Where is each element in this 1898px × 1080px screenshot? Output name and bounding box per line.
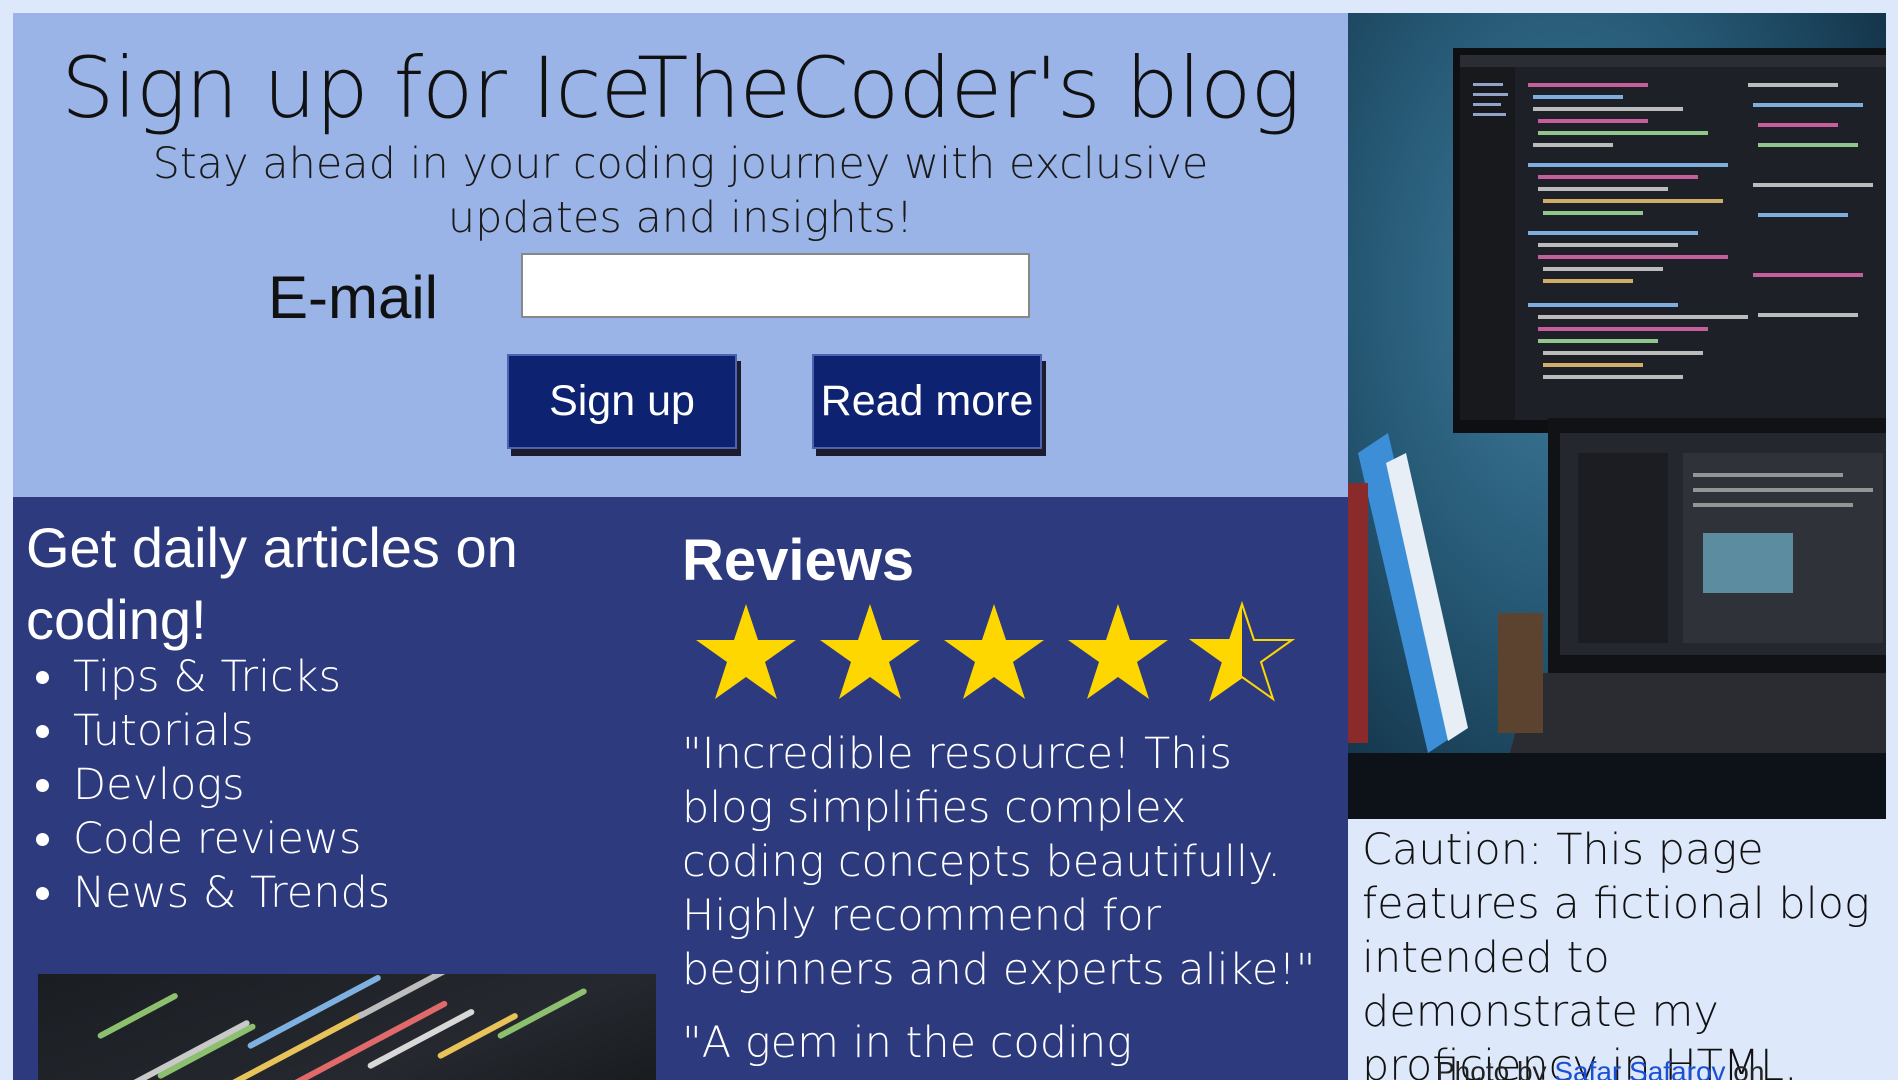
list-item-label: Tutorials bbox=[73, 706, 254, 756]
photographer-link[interactable]: Safar Safarov bbox=[1554, 1056, 1725, 1080]
review-quote: "A gem in the coding bbox=[682, 1018, 1133, 1068]
list-item-label: News & Trends bbox=[73, 868, 391, 918]
list-item: News & Trends bbox=[26, 866, 390, 920]
page-title: Sign up for IceTheCoder's blog bbox=[61, 39, 1301, 137]
star-icon bbox=[696, 604, 796, 699]
bullet-icon bbox=[36, 886, 49, 900]
content-panel: Get daily articles on coding! Tips & Tri… bbox=[13, 497, 1348, 1080]
list-item: Devlogs bbox=[26, 758, 390, 812]
star-rating bbox=[696, 600, 1296, 702]
list-item: Tips & Tricks bbox=[26, 650, 390, 704]
list-item: Code reviews bbox=[26, 812, 390, 866]
signup-panel: Sign up for IceTheCoder's blog Stay ahea… bbox=[13, 13, 1348, 497]
star-icon bbox=[820, 604, 920, 699]
workspace-photo bbox=[1348, 13, 1886, 819]
read-more-button[interactable]: Read more bbox=[812, 354, 1042, 449]
photo-credit: Photo by Safar Safarov on bbox=[1436, 1056, 1764, 1080]
reviews-heading: Reviews bbox=[682, 528, 915, 593]
caution-panel: Caution: This page features a fictional … bbox=[1348, 819, 1886, 1080]
email-field[interactable] bbox=[521, 253, 1030, 318]
bullet-icon bbox=[36, 778, 49, 792]
star-icon bbox=[1068, 604, 1168, 699]
credit-prefix: Photo by bbox=[1436, 1056, 1547, 1080]
list-item-label: Devlogs bbox=[73, 760, 245, 810]
review-quote: "Incredible resource! This blog simplifi… bbox=[682, 729, 1316, 995]
star-icon bbox=[944, 604, 1044, 699]
email-label: E-mail bbox=[268, 264, 439, 331]
list-item: Tutorials bbox=[26, 704, 390, 758]
signup-subtitle: Stay ahead in your coding journey with e… bbox=[152, 139, 1209, 243]
list-item-label: Code reviews bbox=[73, 814, 362, 864]
bullet-icon bbox=[36, 724, 49, 738]
half-star-icon bbox=[1188, 600, 1296, 702]
code-photo bbox=[38, 974, 656, 1080]
signup-button[interactable]: Sign up bbox=[507, 354, 737, 449]
bullet-icon bbox=[36, 832, 49, 846]
credit-suffix: on bbox=[1733, 1056, 1765, 1080]
caution-notice: Caution: This page features a fictional … bbox=[1362, 825, 1870, 1080]
articles-list: Tips & Tricks Tutorials Devlogs Code rev… bbox=[26, 650, 390, 920]
bullet-icon bbox=[36, 670, 49, 684]
list-item-label: Tips & Tricks bbox=[73, 652, 341, 702]
articles-heading: Get daily articles on coding! bbox=[26, 516, 518, 651]
